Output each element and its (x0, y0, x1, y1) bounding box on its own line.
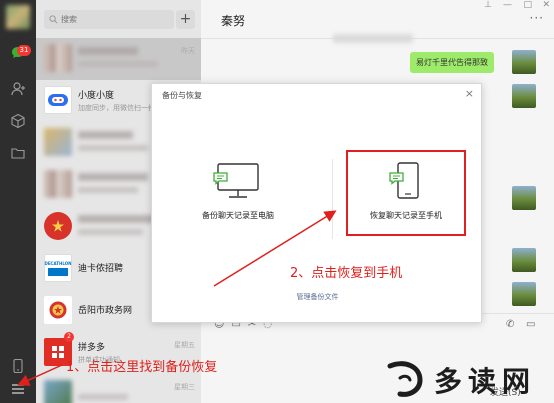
computer-icon (213, 163, 259, 198)
start-chat-button[interactable]: + (176, 10, 195, 29)
search-box[interactable] (44, 10, 174, 29)
item-time: 昨天 (181, 47, 195, 55)
contact-name: 小度小度 (78, 91, 115, 101)
list-item[interactable]: 星期三 (36, 374, 201, 403)
close-icon[interactable]: × (465, 87, 474, 100)
emblem-icon (44, 212, 72, 240)
maximize-icon[interactable]: □ (523, 0, 532, 10)
message-bubble[interactable]: 易灯千里代告得那致 (410, 52, 494, 73)
contact-name: 拼多多 (78, 343, 106, 353)
backup-to-pc-option[interactable]: 备份聊天记录至电脑 (178, 162, 298, 240)
annotation-step2: 2、点击恢复到手机 (290, 266, 403, 281)
phone-icon[interactable] (9, 357, 27, 375)
timestamp (333, 34, 413, 43)
divider (332, 159, 333, 239)
avatar[interactable] (6, 5, 30, 29)
manage-backup-link[interactable]: 管理备份文件 (152, 292, 483, 302)
avatar (44, 44, 72, 72)
unread-badge: 31 (17, 45, 31, 56)
item-time: 星期五 (174, 341, 195, 349)
avatar[interactable] (512, 186, 536, 210)
unread-badge: 2 (64, 332, 74, 342)
search-input[interactable] (61, 15, 166, 24)
watermark-logo-icon (387, 361, 423, 397)
highlight-box (346, 150, 466, 236)
option-label: 备份聊天记录至电脑 (202, 211, 274, 220)
search-icon (49, 15, 58, 24)
site-watermark-logo: 多读网 (382, 358, 552, 402)
contact-name: 岳阳市政务网 (78, 306, 133, 316)
dialog-title: 备份与恢复 (162, 91, 202, 100)
backup-restore-dialog: 备份与恢复 × 备份聊天记录至电脑 恢复聊天记录至手机 管理备份文件 (151, 83, 482, 323)
menu-icon[interactable] (9, 380, 27, 398)
contacts-icon[interactable] (9, 80, 27, 98)
decathlon-logo-icon: DECATHLON (44, 254, 72, 282)
annotation-step1: 1、点击这里找到备份恢复 (66, 360, 218, 375)
avatar[interactable] (512, 84, 536, 108)
wechat-window: 31 + 昨天 (0, 0, 554, 403)
list-item[interactable]: 昨天 (36, 38, 201, 80)
avatar (44, 380, 72, 403)
folder-icon[interactable] (9, 144, 27, 162)
collection-icon[interactable] (9, 112, 27, 130)
contact-name: 迪卡侬招聘 (78, 264, 124, 274)
last-message: 加度同步，用微信扫一扫 (78, 104, 155, 112)
avatar[interactable] (512, 282, 536, 306)
xiaodu-logo-icon (44, 86, 72, 114)
video-call-icon[interactable]: ▭ (526, 319, 535, 330)
avatar (44, 170, 72, 198)
item-time: 星期三 (174, 383, 195, 391)
close-window-icon[interactable]: ✕ (542, 0, 550, 10)
pin-icon[interactable]: ⊥ (484, 0, 492, 10)
avatar[interactable] (512, 248, 536, 272)
more-options-icon[interactable]: ··· (530, 11, 544, 25)
avatar (44, 128, 72, 156)
minimize-icon[interactable]: — (503, 0, 512, 10)
avatar[interactable] (512, 50, 536, 74)
voice-call-icon[interactable]: ✆ (506, 319, 514, 330)
emblem-icon (44, 296, 72, 324)
left-nav-rail: 31 (0, 0, 36, 403)
chat-title: 秦努 (221, 14, 246, 28)
watermark-text: 多读网 (434, 365, 537, 398)
